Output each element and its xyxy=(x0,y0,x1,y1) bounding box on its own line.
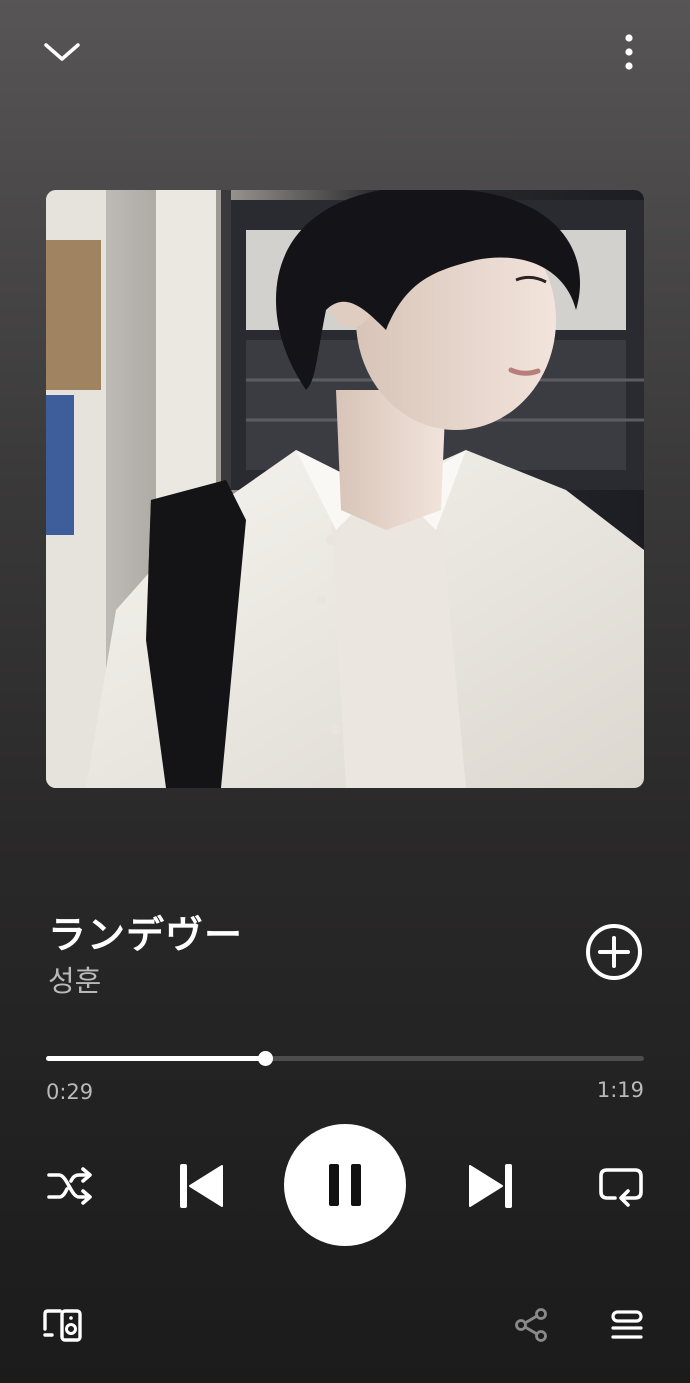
shuffle-button[interactable] xyxy=(40,1160,100,1212)
progress-thumb[interactable] xyxy=(258,1051,274,1066)
queue-icon xyxy=(611,1310,643,1339)
progress-fill xyxy=(46,1056,266,1061)
album-artwork xyxy=(46,190,644,788)
add-to-library-button[interactable] xyxy=(582,920,646,984)
progress-bar[interactable] xyxy=(46,1051,644,1066)
collapse-button[interactable] xyxy=(36,30,88,74)
share-icon xyxy=(515,1308,547,1342)
skip-previous-icon xyxy=(180,1164,223,1208)
share-button[interactable] xyxy=(508,1302,554,1348)
repeat-icon xyxy=(599,1168,643,1207)
total-time: 1:19 xyxy=(596,1078,644,1102)
add-circle-icon xyxy=(586,924,642,980)
skip-next-icon xyxy=(469,1164,512,1208)
connect-device-icon xyxy=(43,1309,82,1342)
more-vertical-icon xyxy=(625,34,633,70)
shuffle-icon xyxy=(47,1167,92,1205)
chevron-down-icon xyxy=(44,43,80,61)
album-artwork-image xyxy=(46,190,644,788)
elapsed-time: 0:29 xyxy=(46,1080,94,1104)
previous-track-button[interactable] xyxy=(170,1155,232,1217)
pause-button[interactable] xyxy=(284,1124,406,1246)
next-track-button[interactable] xyxy=(460,1155,522,1217)
repeat-button[interactable] xyxy=(592,1160,650,1212)
track-title: ランデヴー xyxy=(48,913,244,957)
pause-icon xyxy=(329,1164,361,1206)
queue-button[interactable] xyxy=(604,1302,650,1348)
more-options-button[interactable] xyxy=(604,28,654,76)
connect-device-button[interactable] xyxy=(38,1302,88,1348)
track-artist[interactable]: 성훈 xyxy=(48,958,101,1000)
